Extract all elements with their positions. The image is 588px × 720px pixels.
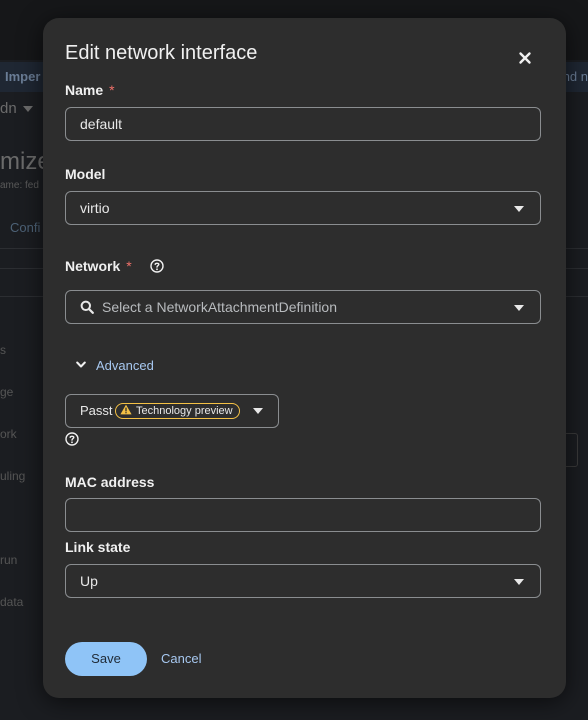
binding-select[interactable]: Passt Technology preview (65, 394, 279, 428)
model-select[interactable]: virtio (65, 191, 541, 225)
chevron-down-icon (22, 106, 33, 113)
technology-preview-label: Technology preview (136, 405, 233, 417)
background-page-subtitle: ame: fed (0, 180, 39, 191)
mac-address-label: MAC address (65, 474, 155, 490)
chevron-down-icon (514, 579, 524, 585)
warning-icon (120, 404, 132, 415)
edit-network-interface-modal: Edit network interface Name * default Mod… (43, 18, 566, 698)
chevron-down-icon (514, 206, 524, 212)
required-marker: * (109, 82, 115, 98)
help-icon (65, 432, 79, 446)
model-select-value: virtio (80, 200, 110, 216)
cancel-button[interactable]: Cancel (161, 642, 201, 676)
background-tab: Confi (10, 220, 41, 235)
link-state-label: Link state (65, 539, 131, 555)
link-state-select[interactable]: Up (65, 564, 541, 598)
binding-select-value: Passt (80, 403, 113, 418)
background-project-selector: dn (0, 100, 33, 117)
model-label: Model (65, 166, 106, 182)
background-banner-text-right: nd n (562, 69, 588, 84)
link-state-value: Up (80, 573, 98, 589)
advanced-toggle[interactable]: Advanced (76, 358, 154, 373)
chevron-down-icon (514, 305, 524, 311)
background-side-item: data (0, 595, 24, 609)
close-icon (519, 52, 531, 64)
background-side-item: ge (0, 385, 14, 399)
mac-address-input[interactable] (65, 498, 541, 532)
network-label: Network * (65, 258, 164, 274)
technology-preview-badge: Technology preview (115, 403, 240, 419)
network-help-button[interactable] (149, 258, 164, 274)
save-button[interactable]: Save (65, 642, 147, 676)
chevron-down-icon (76, 361, 86, 368)
background-side-item: ork (0, 427, 17, 441)
close-button[interactable] (513, 46, 537, 70)
background-side-item: s (0, 343, 6, 357)
network-select[interactable]: Select a NetworkAttachmentDefinition (65, 290, 541, 324)
binding-help-button[interactable] (65, 431, 79, 449)
background-side-item: run (0, 553, 18, 567)
name-input[interactable]: default (65, 107, 541, 141)
background-side-item: uling (0, 469, 26, 483)
required-marker: * (126, 258, 132, 274)
chevron-down-icon (253, 408, 263, 414)
advanced-toggle-label: Advanced (96, 358, 154, 373)
background-banner-text: Imper (5, 69, 41, 84)
network-select-placeholder: Select a NetworkAttachmentDefinition (102, 299, 337, 315)
name-label: Name * (65, 82, 115, 98)
search-icon (80, 300, 94, 314)
name-input-value: default (80, 116, 123, 132)
help-icon (149, 259, 164, 273)
modal-title: Edit network interface (65, 42, 258, 64)
